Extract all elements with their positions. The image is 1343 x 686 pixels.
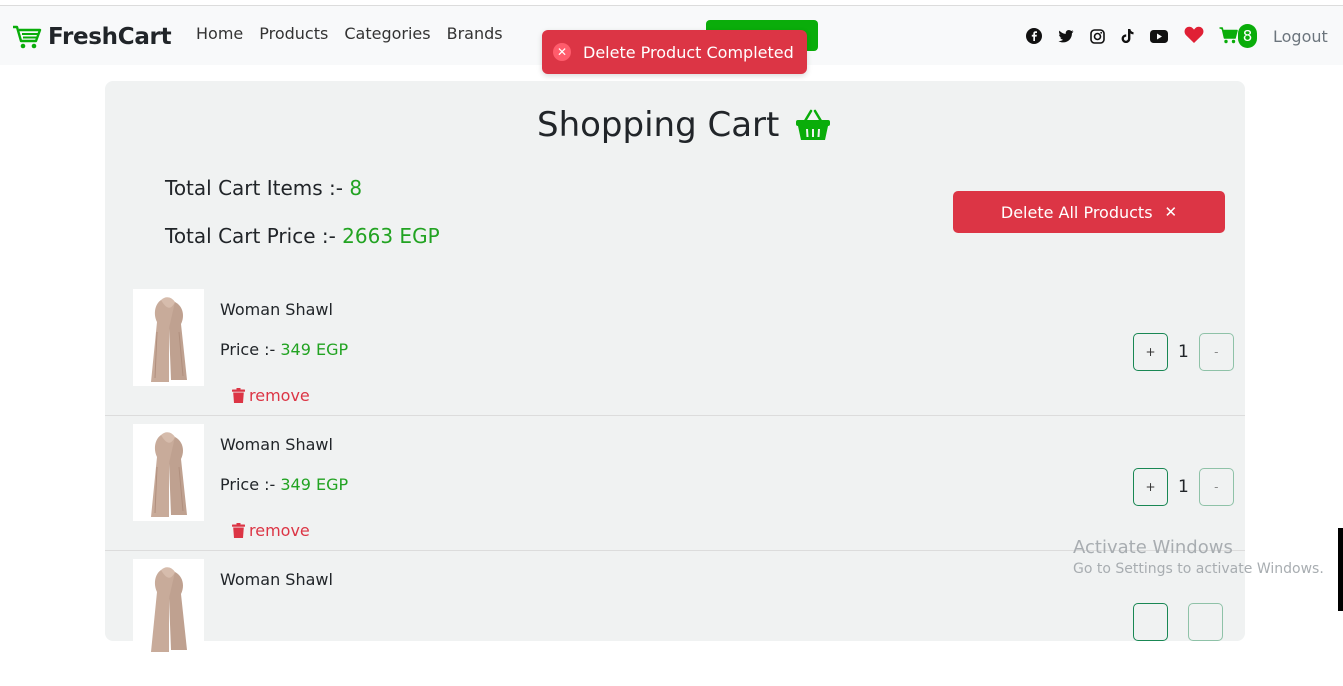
cart-logo-icon (13, 25, 42, 49)
quantity-stepper: + 1 - (1133, 333, 1234, 371)
page-title: Shopping Cart (537, 105, 780, 145)
youtube-icon[interactable] (1150, 28, 1168, 44)
shawl-image (150, 431, 187, 517)
remove-button[interactable]: remove (232, 521, 310, 540)
delete-all-label: Delete All Products (1000, 202, 1153, 222)
quantity-value: 1 (1178, 342, 1189, 362)
nav-link-products[interactable]: Products (259, 24, 328, 43)
total-items-row: Total Cart Items :- 8 (165, 176, 362, 200)
shawl-image (150, 296, 187, 382)
increase-quantity-button[interactable]: + (1133, 468, 1168, 506)
facebook-icon[interactable] (1026, 28, 1042, 44)
cart-icon[interactable] (1219, 27, 1238, 44)
watermark-title: Activate Windows (1073, 537, 1233, 558)
product-name: Woman Shawl (220, 570, 333, 589)
price-label: Price :- (220, 340, 276, 359)
cart-heading: Shopping Cart (537, 105, 831, 145)
trash-icon (232, 388, 245, 403)
remove-label: remove (249, 521, 310, 540)
product-name: Woman Shawl (220, 435, 333, 454)
window-edge (1338, 528, 1343, 611)
decrease-quantity-button[interactable]: - (1198, 468, 1234, 506)
nav-link-home[interactable]: Home (196, 24, 243, 43)
brand-logo[interactable]: FreshCart (12, 22, 172, 52)
brand-name: FreshCart (48, 24, 172, 50)
heart-wishlist-icon[interactable] (1184, 26, 1204, 44)
activate-windows-watermark: Activate Windows Go to Settings to activ… (1073, 537, 1324, 577)
price-value: 349 EGP (280, 340, 349, 359)
instagram-icon[interactable] (1089, 28, 1105, 44)
nav-link-brands[interactable]: Brands (447, 24, 503, 43)
delete-all-button[interactable]: Delete All Products ✕ (953, 191, 1225, 233)
product-image (133, 424, 204, 521)
price-value: 349 EGP (280, 475, 349, 494)
decrease-quantity-button[interactable]: - (1198, 333, 1234, 371)
cart-item: Woman Shawl Price :- 349 EGP remove + 1 … (105, 281, 1245, 416)
twitter-icon[interactable] (1058, 28, 1074, 44)
remove-label: remove (249, 386, 310, 405)
shopping-basket-icon (796, 109, 831, 140)
tiktok-icon[interactable] (1119, 28, 1135, 44)
watermark-subtitle: Go to Settings to activate Windows. (1073, 561, 1324, 577)
close-circle-icon: ✕ (553, 43, 571, 61)
quantity-value: 1 (1178, 477, 1189, 497)
increase-quantity-button[interactable]: + (1133, 333, 1168, 371)
product-image (133, 289, 204, 386)
total-price-value: 2663 EGP (342, 224, 440, 248)
price-label: Price :- (220, 475, 276, 494)
logout-link[interactable]: Logout (1273, 27, 1328, 46)
total-price-row: Total Cart Price :- 2663 EGP (165, 224, 440, 248)
nav-link-categories[interactable]: Categories (344, 24, 430, 43)
total-items-label: Total Cart Items :- (165, 176, 343, 200)
product-price: Price :- 349 EGP (220, 340, 348, 359)
toast-message: Delete Product Completed (583, 42, 794, 62)
nav-links: Home Products Categories Brands (196, 24, 503, 43)
cart-item: Woman Shawl Price :- 349 EGP remove + 1 … (105, 416, 1245, 551)
toast-notification: ✕ Delete Product Completed (542, 30, 807, 74)
x-icon: ✕ (1164, 203, 1178, 221)
total-items-value: 8 (349, 176, 363, 200)
cart-count-badge: 8 (1238, 24, 1257, 48)
increase-quantity-button[interactable] (1133, 603, 1168, 641)
decrease-quantity-button[interactable] (1188, 603, 1223, 641)
total-price-label: Total Cart Price :- (165, 224, 336, 248)
remove-button[interactable]: remove (232, 386, 310, 405)
quantity-stepper: + 1 - (1133, 468, 1234, 506)
trash-icon (232, 523, 245, 538)
shawl-image (150, 566, 187, 652)
quantity-stepper (1133, 603, 1223, 641)
product-name: Woman Shawl (220, 300, 333, 319)
product-price: Price :- 349 EGP (220, 475, 348, 494)
product-image (133, 559, 204, 656)
